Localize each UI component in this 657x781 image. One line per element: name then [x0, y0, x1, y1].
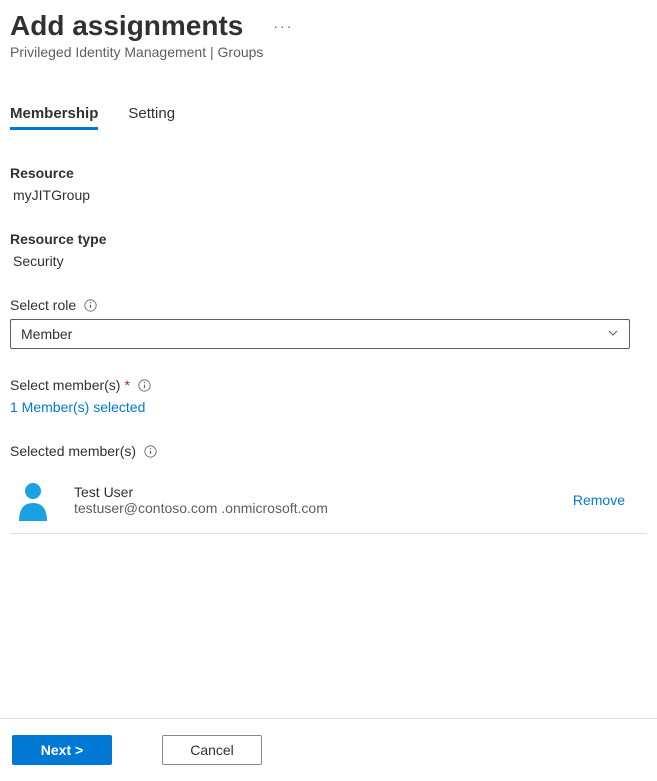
- more-icon[interactable]: ···: [273, 18, 293, 34]
- footer: Next > Cancel: [0, 718, 657, 781]
- tab-membership[interactable]: Membership: [10, 100, 98, 130]
- select-role-label: Select role: [10, 297, 647, 313]
- avatar: [12, 479, 54, 521]
- tab-setting[interactable]: Setting: [128, 100, 175, 130]
- resource-type-label: Resource type: [10, 231, 647, 247]
- select-members-label: Select member(s) *: [10, 377, 647, 393]
- selected-members-label: Selected member(s): [10, 443, 647, 459]
- resource-type-field-group: Resource type Security: [10, 231, 647, 269]
- members-selected-link[interactable]: 1 Member(s) selected: [10, 399, 647, 415]
- members-list: Test User testuser@contoso.com .onmicros…: [10, 467, 647, 534]
- member-name: Test User: [74, 484, 573, 500]
- next-button[interactable]: Next >: [12, 735, 112, 765]
- tabs: Membership Setting: [0, 100, 657, 130]
- select-role-field-group: Select role Member: [10, 297, 647, 349]
- cancel-button[interactable]: Cancel: [162, 735, 262, 765]
- selected-members-field-group: Selected member(s) Test User testuser@co…: [10, 443, 647, 534]
- info-icon[interactable]: [144, 445, 157, 458]
- resource-value: myJITGroup: [10, 187, 647, 203]
- member-info: Test User testuser@contoso.com .onmicros…: [74, 484, 573, 516]
- resource-label: Resource: [10, 165, 647, 181]
- select-role-dropdown[interactable]: Member: [10, 319, 630, 349]
- chevron-down-icon: [607, 326, 619, 342]
- member-email: testuser@contoso.com .onmicrosoft.com: [74, 500, 573, 516]
- breadcrumb: Privileged Identity Management | Groups: [10, 44, 647, 60]
- page-title: Add assignments: [10, 10, 243, 42]
- resource-field-group: Resource myJITGroup: [10, 165, 647, 203]
- required-indicator: *: [124, 377, 129, 393]
- remove-link[interactable]: Remove: [573, 492, 645, 508]
- member-row: Test User testuser@contoso.com .onmicros…: [10, 467, 647, 534]
- select-role-value: Member: [21, 326, 72, 342]
- resource-type-value: Security: [10, 253, 647, 269]
- select-members-field-group: Select member(s) * 1 Member(s) selected: [10, 377, 647, 415]
- info-icon[interactable]: [84, 299, 97, 312]
- info-icon[interactable]: [138, 379, 151, 392]
